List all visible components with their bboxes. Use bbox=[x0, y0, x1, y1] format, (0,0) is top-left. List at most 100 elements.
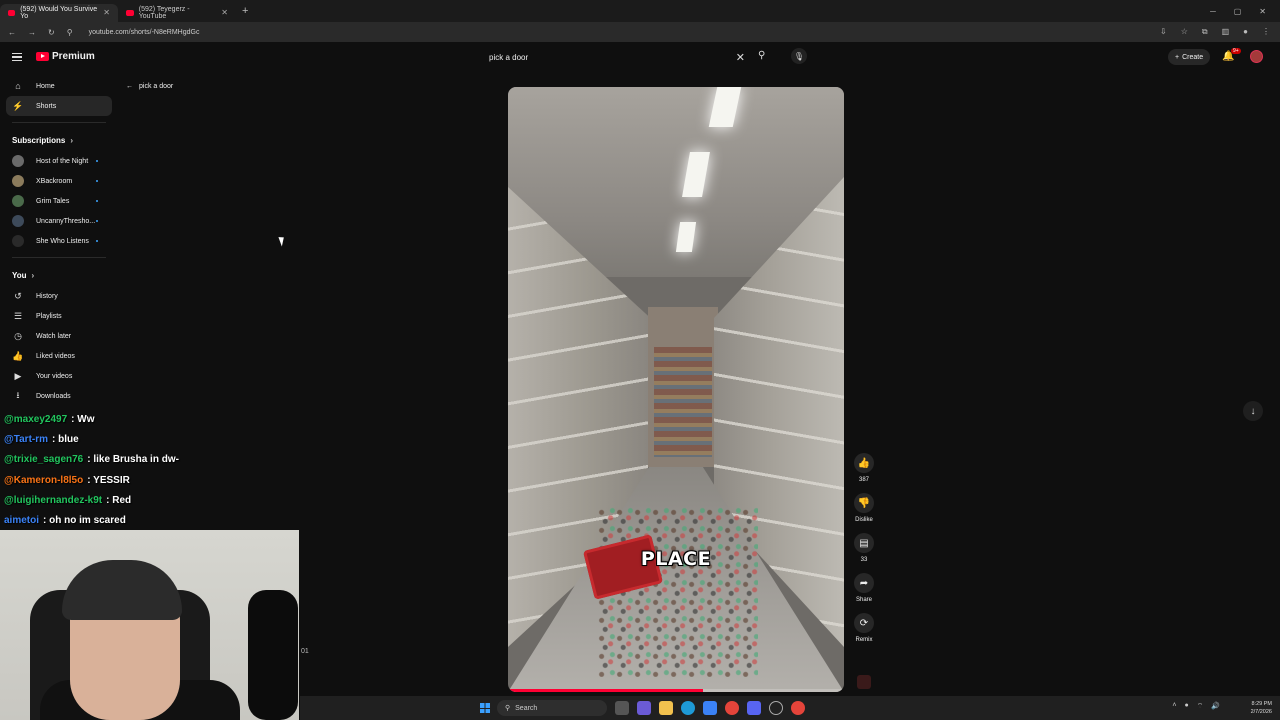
remix-button[interactable]: ⟳ bbox=[854, 613, 874, 633]
thumbs-up-icon: 👍 bbox=[857, 457, 871, 469]
like-action: 👍 387 bbox=[848, 453, 880, 483]
subscriptions-heading[interactable]: Subscriptions › bbox=[0, 129, 118, 151]
sidebar-item-home[interactable]: ⌂ Home bbox=[0, 76, 118, 96]
sidebar-item-label: History bbox=[36, 292, 58, 300]
windows-start-icon[interactable] bbox=[480, 703, 490, 713]
bookmark-star-icon[interactable]: ☆ bbox=[1181, 27, 1188, 37]
close-window-icon[interactable]: ✕ bbox=[1259, 7, 1266, 16]
search-icon[interactable]: ⚲ bbox=[758, 50, 765, 61]
search-input[interactable]: pick a door ✕ bbox=[483, 49, 753, 65]
close-tab-icon[interactable]: ✕ bbox=[221, 8, 228, 17]
sidebar-item-playlists[interactable]: ☰ Playlists bbox=[0, 306, 118, 326]
sidebar-item-subscription[interactable]: Host of the Night bbox=[0, 151, 118, 171]
taskbar-apps bbox=[615, 701, 805, 715]
sidebar-item-downloads[interactable]: ⭳ Downloads bbox=[0, 386, 118, 406]
browser-tab[interactable]: (592) Teyegerz - YouTube ✕ bbox=[118, 4, 236, 22]
maximize-icon[interactable]: ▢ bbox=[1234, 7, 1242, 16]
chevron-up-icon[interactable]: ˄ bbox=[1172, 702, 1176, 711]
video-caption: PLACE bbox=[640, 548, 712, 570]
site-info-icon[interactable]: ⚲ bbox=[67, 28, 73, 37]
menu-kebab-icon[interactable]: ⋮ bbox=[1262, 27, 1270, 37]
menu-hamburger-icon[interactable] bbox=[12, 53, 22, 61]
sidebar-item-shorts[interactable]: ⚡ Shorts bbox=[6, 96, 112, 116]
share-icon: ➦ bbox=[859, 577, 869, 589]
profile-icon[interactable]: ● bbox=[1243, 27, 1248, 37]
store-icon[interactable] bbox=[703, 701, 717, 715]
create-button[interactable]: + Create bbox=[1168, 49, 1211, 65]
webcam-microphone bbox=[248, 590, 298, 720]
dislike-button[interactable]: 👎 bbox=[854, 493, 874, 513]
extensions-icon[interactable]: ⧉ bbox=[1202, 27, 1208, 37]
sidebar-item-label: Your videos bbox=[36, 372, 73, 380]
chrome-icon[interactable] bbox=[725, 701, 739, 715]
brand-label: Premium bbox=[52, 51, 95, 62]
copilot-icon[interactable] bbox=[637, 701, 651, 715]
sidebar-item-subscription[interactable]: UncannyThresho... bbox=[0, 211, 118, 231]
file-explorer-icon[interactable] bbox=[659, 701, 673, 715]
video-progress-bar[interactable] bbox=[508, 689, 844, 692]
thumbs-down-icon: 👎 bbox=[857, 497, 871, 509]
browser-tab-active[interactable]: (592) Would You Survive Yo ✕ bbox=[0, 3, 118, 22]
channel-avatar bbox=[12, 175, 24, 187]
sidebar-item-subscription[interactable]: She Who Listens bbox=[0, 231, 118, 251]
youtube-favicon-icon bbox=[8, 9, 16, 16]
sidebar-item-history[interactable]: ↺ History bbox=[0, 286, 118, 306]
sidebar-item-subscription[interactable]: XBackroom bbox=[0, 171, 118, 191]
shorts-video-player[interactable]: PLACE bbox=[508, 87, 844, 692]
discord-icon[interactable] bbox=[747, 701, 761, 715]
url-field[interactable]: youtube.com/shorts/-N8eRMHgdGc bbox=[89, 29, 200, 36]
next-short-button[interactable]: ↓ bbox=[1243, 401, 1263, 421]
chevron-right-icon: › bbox=[31, 270, 35, 280]
chat-text: : blue bbox=[52, 433, 79, 445]
youtube-play-icon bbox=[36, 52, 49, 61]
taskbar-clock[interactable]: 8:29 PM 2/7/2026 bbox=[1251, 700, 1272, 716]
reload-icon[interactable]: ↻ bbox=[48, 28, 55, 37]
chat-message: @luigihernandez-k9t: Red bbox=[4, 490, 304, 510]
chat-message: @maxey2497: Ww bbox=[4, 409, 304, 429]
sidebar-item-liked-videos[interactable]: 👍 Liked videos bbox=[0, 346, 118, 366]
comment-icon: ▤ bbox=[859, 537, 869, 549]
comment-count: 33 bbox=[860, 557, 868, 563]
back-label: pick a door bbox=[139, 83, 174, 90]
account-avatar[interactable] bbox=[1250, 50, 1263, 63]
new-tab-icon[interactable]: + bbox=[236, 5, 254, 17]
comments-action: ▤ 33 bbox=[848, 533, 880, 563]
network-icon[interactable]: ⌔ bbox=[1197, 702, 1204, 711]
divider bbox=[12, 257, 106, 258]
sidebar-item-label: XBackroom bbox=[36, 177, 73, 185]
close-tab-icon[interactable]: ✕ bbox=[103, 8, 110, 17]
clock-time: 8:29 PM bbox=[1251, 701, 1272, 707]
search-value: pick a door bbox=[489, 52, 529, 62]
like-button[interactable]: 👍 bbox=[854, 453, 874, 473]
section-title: You bbox=[12, 270, 27, 280]
share-button[interactable]: ➦ bbox=[854, 573, 874, 593]
youtube-logo[interactable]: Premium bbox=[36, 51, 95, 62]
streamer-webcam bbox=[0, 530, 299, 720]
browser-active-icon[interactable] bbox=[791, 701, 805, 715]
task-view-icon[interactable] bbox=[615, 701, 629, 715]
back-icon[interactable]: ← bbox=[8, 28, 16, 37]
volume-icon[interactable]: 🔊 bbox=[1211, 702, 1220, 711]
microphone-icon[interactable]: 🎙 bbox=[791, 48, 807, 64]
channel-thumbnail[interactable] bbox=[857, 675, 871, 689]
tray-app-icon[interactable]: ● bbox=[1184, 702, 1188, 711]
sidepanel-icon[interactable]: ▥ bbox=[1222, 27, 1230, 37]
clear-search-icon[interactable]: ✕ bbox=[736, 51, 745, 64]
new-content-dot bbox=[96, 220, 98, 222]
sidebar-item-label: Playlists bbox=[36, 312, 62, 320]
you-heading[interactable]: You › bbox=[0, 264, 118, 286]
minimize-icon[interactable]: ─ bbox=[1210, 7, 1216, 16]
chat-message: aimetoi: oh no im scared bbox=[4, 510, 304, 530]
obs-icon[interactable] bbox=[769, 701, 783, 715]
comments-button[interactable]: ▤ bbox=[854, 533, 874, 553]
sidebar-item-your-videos[interactable]: ▶ Your videos bbox=[0, 366, 118, 386]
sidebar-item-subscription[interactable]: Grim Tales bbox=[0, 191, 118, 211]
edge-icon[interactable] bbox=[681, 701, 695, 715]
forward-icon[interactable]: → bbox=[28, 28, 36, 37]
back-to-search-link[interactable]: ← pick a door bbox=[126, 83, 173, 90]
sidebar-item-watch-later[interactable]: ◷ Watch later bbox=[0, 326, 118, 346]
clock-date: 2/7/2026 bbox=[1250, 709, 1272, 715]
sidebar-item-label: She Who Listens bbox=[36, 237, 89, 245]
taskbar-search[interactable]: ⚲ Search bbox=[497, 700, 607, 716]
install-icon[interactable]: ⇩ bbox=[1160, 27, 1167, 37]
